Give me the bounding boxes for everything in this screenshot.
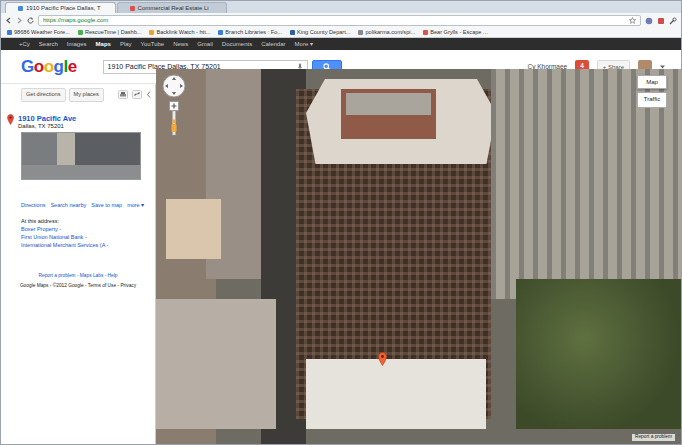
bookmark-label: RescueTime | Dashb... bbox=[85, 30, 142, 36]
google-logo[interactable]: Google bbox=[21, 58, 77, 75]
favicon-icon bbox=[423, 30, 428, 35]
place-action-link[interactable]: Save to map bbox=[91, 202, 122, 209]
bookmarks-bar: 98686 Weather Fore... RescueTime | Dashb.… bbox=[1, 28, 681, 38]
favicon-icon bbox=[78, 30, 83, 35]
business-link[interactable]: First Union National Bank - bbox=[7, 234, 149, 242]
wrench-icon[interactable] bbox=[669, 17, 677, 25]
street-view-pegman-icon[interactable] bbox=[170, 119, 178, 133]
google-bar-link[interactable]: More ▾ bbox=[295, 41, 313, 47]
bookmark[interactable]: RescueTime | Dashb... bbox=[78, 30, 142, 36]
google-bar-link[interactable]: Play bbox=[120, 41, 132, 47]
favicon-icon bbox=[358, 30, 363, 35]
map-roof-bottom bbox=[306, 359, 486, 429]
bookmark-label: Backlink Watch - htt... bbox=[156, 30, 210, 36]
toolbar-icons bbox=[118, 90, 151, 99]
report-problem-link[interactable]: Report a problem bbox=[632, 434, 675, 441]
bookmark[interactable]: Branch Libraries : Fo... bbox=[218, 30, 282, 36]
bookmark[interactable]: Backlink Watch - htt... bbox=[149, 30, 210, 36]
bookmark-label: Bear Grylls - Escape ... bbox=[430, 30, 488, 36]
tab-label: Commercial Real Estate Li bbox=[138, 5, 209, 11]
footer-links[interactable]: Google Maps - ©2012 Google - Terms of Us… bbox=[7, 281, 149, 290]
pin-icon bbox=[7, 114, 14, 125]
favicon-icon bbox=[218, 30, 223, 35]
extension-icon[interactable] bbox=[657, 17, 665, 25]
forward-icon[interactable] bbox=[16, 17, 23, 24]
map-low-building bbox=[156, 299, 276, 429]
google-bar-link[interactable]: YouTube bbox=[141, 41, 165, 47]
map-type-button[interactable]: Map bbox=[637, 75, 667, 89]
business-link[interactable]: Boxer Property - bbox=[7, 226, 149, 234]
toolbar: Get directionsMy places bbox=[1, 84, 155, 106]
bookmark-label: 98686 Weather Fore... bbox=[14, 30, 70, 36]
place-action-link[interactable]: more ▾ bbox=[127, 202, 144, 209]
google-bar-link[interactable]: News bbox=[173, 41, 188, 47]
map-pin-icon[interactable] bbox=[378, 352, 387, 366]
url-text: https://maps.google.com bbox=[43, 16, 108, 25]
favicon-icon bbox=[130, 6, 135, 11]
map-penthouse-roof bbox=[346, 93, 431, 115]
bookmark-label: polikarma.com/spi... bbox=[365, 30, 415, 36]
browser-window: 1910 Pacific Place Dallas, T Commercial R… bbox=[0, 0, 682, 445]
google-bar-link[interactable]: Images bbox=[67, 41, 87, 47]
place-heading: 1910 Pacific AveDallas, TX 75201 bbox=[7, 114, 149, 131]
favicon-icon bbox=[290, 30, 295, 35]
tab-strip: 1910 Pacific Place Dallas, T Commercial R… bbox=[1, 1, 681, 13]
link-icon[interactable] bbox=[132, 90, 142, 99]
map-trees bbox=[516, 279, 681, 429]
place-action-link[interactable]: Search nearby bbox=[50, 202, 86, 209]
traffic-label: Traffic bbox=[644, 96, 660, 102]
google-bar-link[interactable]: Gmail bbox=[197, 41, 213, 47]
extension-icon[interactable] bbox=[645, 17, 653, 25]
google-bar-link[interactable]: Search bbox=[39, 41, 58, 47]
google-bar-link[interactable]: +Cy bbox=[19, 41, 30, 47]
address-row: https://maps.google.com bbox=[1, 13, 681, 28]
print-icon[interactable] bbox=[118, 90, 128, 99]
place-card: 1910 Pacific AveDallas, TX 75201 Directio… bbox=[1, 106, 155, 290]
favicon-icon bbox=[7, 30, 12, 35]
place-action-link[interactable]: Directions bbox=[21, 202, 45, 209]
footer-links[interactable]: Report a problem - Maps Labs - Help bbox=[7, 249, 149, 280]
collapse-icon[interactable] bbox=[146, 90, 151, 99]
street-view-thumbnail[interactable] bbox=[21, 132, 141, 180]
google-bar-link[interactable]: Calendar bbox=[261, 41, 285, 47]
left-panel: Get directionsMy places1910 Pacific AveD… bbox=[1, 84, 156, 444]
google-bar-link[interactable]: Documents bbox=[222, 41, 252, 47]
bookmark[interactable]: polikarma.com/spi... bbox=[358, 30, 415, 36]
tab-label: 1910 Pacific Place Dallas, T bbox=[26, 5, 101, 11]
google-bar: +Cy Search Images Maps Play YouTube News Gmail D… bbox=[1, 38, 681, 50]
dropdown-arrow-icon[interactable] bbox=[660, 65, 665, 69]
at-address-label: At this address: bbox=[7, 209, 149, 226]
favicon-icon bbox=[149, 30, 154, 35]
toolbar-button[interactable]: Get directions bbox=[21, 88, 66, 102]
place-address: Dallas, TX 75201 bbox=[18, 123, 76, 131]
pan-control-icon[interactable] bbox=[162, 74, 186, 98]
place-actions: Directions Search nearby Save to map more ▾ bbox=[7, 180, 149, 209]
bookmark[interactable]: 98686 Weather Fore... bbox=[7, 30, 70, 36]
browser-tab[interactable]: 1910 Pacific Place Dallas, T bbox=[5, 2, 116, 13]
business-link[interactable]: International Merchant Services (A - bbox=[7, 242, 149, 250]
street-view-road bbox=[22, 165, 140, 179]
favicon-icon bbox=[18, 6, 23, 11]
bookmark[interactable]: King County Depart... bbox=[290, 30, 350, 36]
aerial-map[interactable]: Map Traffic Report a problem bbox=[156, 69, 681, 444]
bookmark-label: Branch Libraries : Fo... bbox=[225, 30, 282, 36]
reload-icon[interactable] bbox=[27, 17, 34, 24]
place-title[interactable]: 1910 Pacific Ave bbox=[18, 114, 76, 123]
traffic-button[interactable]: Traffic bbox=[637, 92, 667, 108]
google-bar-link[interactable]: Maps bbox=[96, 41, 111, 47]
place-text: 1910 Pacific AveDallas, TX 75201 bbox=[18, 114, 76, 131]
toolbar-button[interactable]: My places bbox=[69, 88, 104, 102]
star-icon[interactable] bbox=[629, 17, 636, 24]
browser-tab[interactable]: Commercial Real Estate Li bbox=[117, 2, 227, 13]
map-roof-left bbox=[166, 199, 221, 259]
back-icon[interactable] bbox=[5, 17, 12, 24]
bookmark[interactable]: Bear Grylls - Escape ... bbox=[423, 30, 488, 36]
address-bar[interactable]: https://maps.google.com bbox=[38, 15, 641, 26]
bookmark-label: King County Depart... bbox=[297, 30, 350, 36]
